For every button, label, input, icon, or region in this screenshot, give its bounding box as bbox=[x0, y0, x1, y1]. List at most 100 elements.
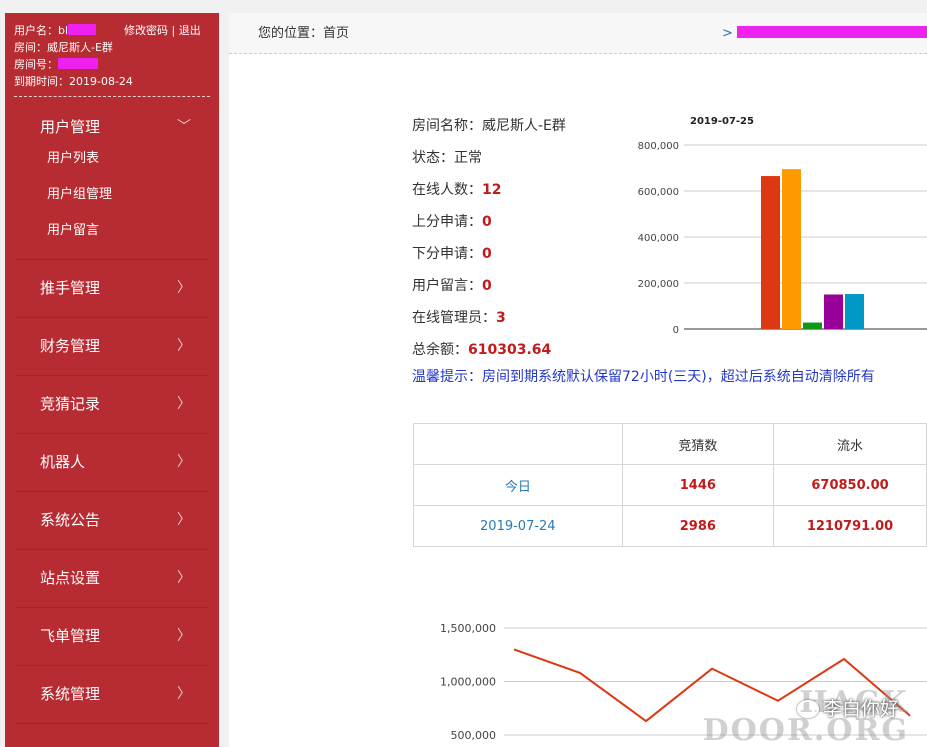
chevron-right-icon: 〉 bbox=[177, 454, 191, 470]
watermark-label: 李白你好 bbox=[796, 694, 899, 721]
info-up-requests: 上分申请：0 bbox=[412, 206, 566, 238]
main-content: 您的位置：首页 > 房间名称：威尼斯人-E群 状态：正常 在线人数：12 上分申… bbox=[229, 13, 927, 747]
y-tick-label: 1,500,000 bbox=[440, 622, 496, 635]
value: 0 bbox=[482, 214, 492, 230]
table-cell-date: 2019-07-24 bbox=[413, 505, 623, 547]
y-tick-label: 400,000 bbox=[638, 233, 679, 244]
info-messages: 用户留言：0 bbox=[412, 270, 566, 302]
bar bbox=[761, 176, 780, 329]
menu-group: 竞猜记录 〉 bbox=[15, 376, 209, 434]
divider: | bbox=[171, 24, 176, 37]
value: 正常 bbox=[454, 150, 482, 166]
table-header bbox=[413, 423, 623, 465]
menu-item-finance[interactable]: 财务管理 〉 bbox=[15, 318, 209, 375]
menu-item-pusher[interactable]: 推手管理 〉 bbox=[15, 260, 209, 317]
room-no-label: 房间号： bbox=[14, 58, 58, 71]
info-room-name: 房间名称：威尼斯人-E群 bbox=[412, 110, 566, 142]
redacted-username bbox=[68, 24, 97, 35]
menu-group: 飞单管理 〉 bbox=[15, 608, 209, 666]
y-tick-label: 800,000 bbox=[638, 141, 679, 152]
breadcrumb: 您的位置：首页 > bbox=[229, 13, 927, 54]
table-cell-count: 2986 bbox=[621, 505, 775, 547]
chevron-right-icon: 〉 bbox=[177, 396, 191, 412]
menu-group-user: 用户管理 ﹀ 用户列表 用户组管理 用户留言 bbox=[15, 117, 209, 260]
menu-label: 机器人 bbox=[40, 453, 86, 471]
menu-item-user-mgmt[interactable]: 用户管理 ﹀ bbox=[15, 117, 209, 137]
redacted-room-no bbox=[58, 58, 98, 69]
breadcrumb-marquee: > bbox=[722, 13, 927, 54]
change-password-link[interactable]: 修改密码 bbox=[124, 24, 168, 37]
bar bbox=[782, 169, 801, 329]
menu-item-site-settings[interactable]: 站点设置 〉 bbox=[15, 550, 209, 607]
redacted-notice bbox=[737, 26, 927, 38]
label: 下分申请： bbox=[412, 246, 482, 262]
label: 在线人数： bbox=[412, 182, 482, 198]
info-admins: 在线管理员：3 bbox=[412, 302, 566, 334]
menu-item-fly-orders[interactable]: 飞单管理 〉 bbox=[15, 608, 209, 665]
menu-item-system-mgmt[interactable]: 系统管理 〉 bbox=[15, 666, 209, 723]
label: 状态： bbox=[412, 150, 454, 166]
menu-group: 站点设置 〉 bbox=[15, 550, 209, 608]
breadcrumb-arrow: > bbox=[721, 26, 733, 41]
submenu-user: 用户列表 用户组管理 用户留言 bbox=[15, 141, 209, 249]
table-row: 2019-07-24 2986 1210791.00 bbox=[413, 505, 927, 547]
stats-table: 竞猜数 流水 今日 1446 670850.00 2019-07-24 2986… bbox=[413, 423, 927, 547]
label: 用户留言： bbox=[412, 278, 482, 294]
table-cell-flow: 670850.00 bbox=[773, 464, 927, 506]
user-info: 用户名：bl 修改密码 | 退出 房间：威尼斯人-E群 房间号： 到期时间：201… bbox=[5, 13, 219, 90]
menu-group: 财务管理 〉 bbox=[15, 318, 209, 376]
menu-group: 系统管理 〉 bbox=[15, 666, 209, 724]
value: 610303.64 bbox=[468, 342, 552, 358]
table-cell-date: 今日 bbox=[413, 464, 623, 506]
table-header: 竞猜数 bbox=[621, 423, 775, 465]
menu-label: 用户管理 bbox=[40, 118, 101, 136]
chevron-right-icon: 〉 bbox=[177, 338, 191, 354]
expiry-label: 到期时间：2019-08-24 bbox=[14, 75, 133, 88]
chevron-right-icon: 〉 bbox=[177, 686, 191, 702]
chevron-right-icon: 〉 bbox=[177, 512, 191, 528]
table-header: 流水 bbox=[773, 423, 927, 465]
submenu-item-user-messages[interactable]: 用户留言 bbox=[15, 213, 209, 249]
chart-title: 2019-07-25 bbox=[690, 116, 754, 127]
watermark-label-text: 李白你好 bbox=[822, 698, 899, 720]
menu-label: 财务管理 bbox=[40, 337, 101, 355]
bar bbox=[803, 322, 822, 329]
menu-group: 机器人 〉 bbox=[15, 434, 209, 492]
chevron-right-icon: 〉 bbox=[177, 280, 191, 296]
value: 0 bbox=[482, 246, 492, 262]
info-balance: 总余额：610303.64 bbox=[412, 334, 566, 366]
menu-label: 系统公告 bbox=[40, 511, 101, 529]
label: 房间名称： bbox=[412, 118, 482, 134]
chevron-right-icon: 〉 bbox=[177, 628, 191, 644]
label: 上分申请： bbox=[412, 214, 482, 230]
chevron-right-icon: 〉 bbox=[177, 570, 191, 586]
menu-label: 飞单管理 bbox=[40, 627, 101, 645]
info-down-requests: 下分申请：0 bbox=[412, 238, 566, 270]
room-info: 房间名称：威尼斯人-E群 状态：正常 在线人数：12 上分申请：0 下分申请：0… bbox=[412, 110, 566, 366]
submenu-item-user-list[interactable]: 用户列表 bbox=[15, 141, 209, 177]
y-tick-label: 200,000 bbox=[638, 279, 679, 290]
value: 3 bbox=[496, 310, 506, 326]
bar bbox=[824, 294, 843, 329]
menu-item-robot[interactable]: 机器人 〉 bbox=[15, 434, 209, 491]
menu-label: 站点设置 bbox=[40, 569, 101, 587]
info-status: 状态：正常 bbox=[412, 142, 566, 174]
table-cell-flow: 1210791.00 bbox=[773, 505, 927, 547]
bar bbox=[845, 294, 864, 329]
table-cell-count: 1446 bbox=[621, 464, 775, 506]
breadcrumb-text: 您的位置：首页 bbox=[258, 26, 350, 41]
room-label: 房间：威尼斯人-E群 bbox=[14, 41, 113, 54]
side-menu: 用户管理 ﹀ 用户列表 用户组管理 用户留言 推手管理〉 财务管理〉 竞猜记录〉… bbox=[5, 117, 219, 724]
y-tick-label: 1,000,000 bbox=[440, 676, 496, 689]
submenu-item-user-group[interactable]: 用户组管理 bbox=[15, 177, 209, 213]
label: 在线管理员： bbox=[412, 310, 496, 326]
menu-item-betting-records[interactable]: 竞猜记录 〉 bbox=[15, 376, 209, 433]
warm-tip: 温馨提示：房间到期系统默认保留72小时(三天)，超过后系统自动清除所有 bbox=[412, 369, 875, 385]
menu-group: 系统公告 〉 bbox=[15, 492, 209, 550]
bar-chart: 2019-07-25 0 200,000 400,000 600,000 800,000 bbox=[638, 116, 927, 333]
value: 威尼斯人-E群 bbox=[482, 118, 566, 134]
watermark-line: DOOR.ORG bbox=[702, 713, 909, 747]
menu-item-announcements[interactable]: 系统公告 〉 bbox=[15, 492, 209, 549]
username-label: 用户名：bl bbox=[14, 24, 69, 37]
logout-link[interactable]: 退出 bbox=[179, 24, 201, 37]
